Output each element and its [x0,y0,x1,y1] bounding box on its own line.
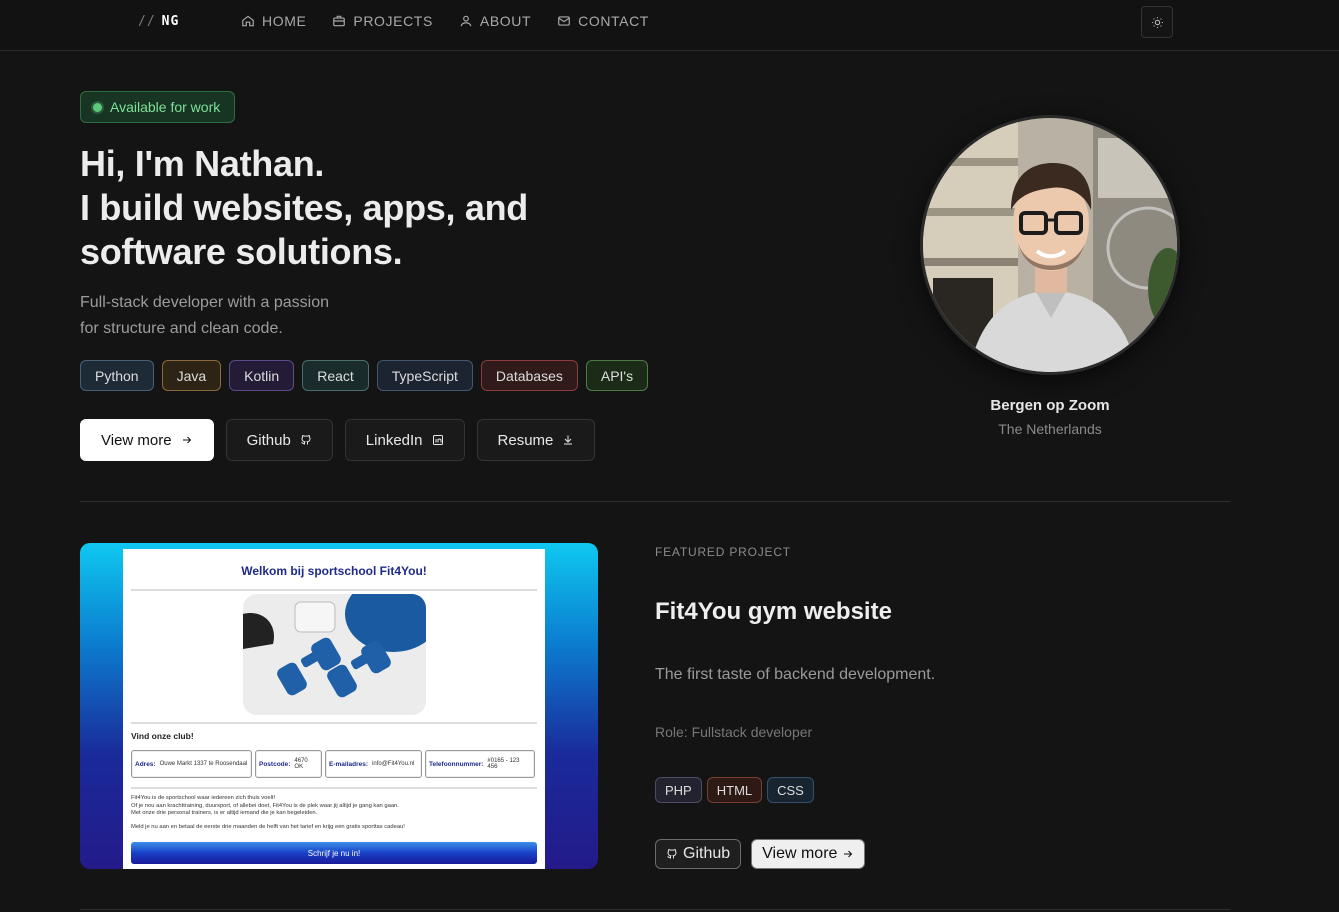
preview-info-email: E-mailadres: info@Fit4You.nl [325,750,422,778]
skill-tag-kotlin: Kotlin [229,360,295,391]
github-button[interactable]: Github [225,419,333,461]
skill-tag-python: Python [80,360,154,391]
skill-tag-typescript: TypeScript [376,360,473,391]
nav-item-home[interactable]: HOME [241,13,306,29]
hero-actions: View more Github LinkedIn Resume [80,419,596,461]
download-icon [564,435,573,445]
project-github-button[interactable]: Github [655,839,742,869]
project-description: The first taste of backend development. [655,666,936,683]
site-logo[interactable]: //NG [138,14,179,29]
preview-info-address: Adres: Ouwe Markt 1337 te Roosendaal [131,750,252,778]
tech-tag-php: PHP [655,777,702,803]
arrow-right-icon [182,436,191,444]
status-dot-icon [93,102,102,112]
nav-menu: HOME PROJECTS ABOUT CONTACT [241,13,649,29]
preview-divider [131,589,537,591]
preview-join-button: Schrijf je nu in! [131,842,537,864]
tech-tag-html: HTML [706,777,763,803]
hero-headline: Hi, I'm Nathan. I build websites, apps, … [80,143,528,272]
nav-item-contact[interactable]: CONTACT [557,13,649,29]
linkedin-icon [432,435,443,445]
nav-item-projects[interactable]: PROJECTS [332,13,432,29]
theme-toggle-button[interactable] [1141,6,1173,38]
location-city: Bergen op Zoom [990,397,1110,414]
briefcase-icon [333,15,346,27]
preview-divider [131,787,537,789]
preview-divider [131,722,537,724]
skill-tags: Python Java Kotlin React TypeScript Data… [80,360,649,391]
top-navigation: //NG HOME PROJECTS ABOUT CONTACT [0,0,1339,51]
project-role: Role: Fullstack developer [655,724,813,740]
availability-badge: Available for work [80,91,236,123]
project-tech-tags: PHP HTML CSS [655,777,814,803]
skill-tag-react: React [302,360,369,391]
nav-item-about[interactable]: ABOUT [459,13,531,29]
preview-info-phone: Telefoonnummer: #0165 - 123 456 [425,750,535,778]
preview-find-heading: Vind onze club! [131,731,194,741]
preview-paragraph: Fit4You is de sportschool waar iedereen … [131,795,399,817]
project-view-more-button[interactable]: View more [751,839,866,869]
mail-icon [558,16,570,26]
project-title: Fit4You gym website [655,598,892,625]
preview-info-postcode: Postcode: 4670 OK [255,750,322,778]
project-screenshot[interactable]: Welkom bij sportschool Fit4You! Vind onz… [80,543,598,869]
dumbbells-image [243,594,426,715]
resume-download-button[interactable]: Resume [476,419,596,461]
preview-info-boxes: Adres: Ouwe Markt 1337 te Roosendaal Post… [131,750,535,778]
arrow-right-icon [844,850,853,858]
section-divider [80,909,1230,910]
profile-photo [920,115,1180,375]
preview-title: Welkom bij sportschool Fit4You! [241,564,427,578]
fit4you-page-preview: Welkom bij sportschool Fit4You! Vind onz… [123,549,545,869]
featured-eyebrow: FEATURED PROJECT [655,545,791,559]
github-icon [667,849,677,859]
skill-tag-databases: Databases [480,360,578,391]
section-divider [80,501,1230,502]
github-icon [301,435,311,445]
tech-tag-css: CSS [767,777,814,803]
user-icon [460,15,472,27]
skill-tag-java: Java [161,360,222,391]
linkedin-button[interactable]: LinkedIn [344,419,465,461]
sun-icon [1151,16,1163,28]
home-icon [242,15,254,27]
skill-tag-apis: API's [585,360,649,391]
project-actions: Github View more [655,839,866,869]
preview-promo: Meld je nu aan en betaal de eerste drie … [131,824,405,830]
location-country: The Netherlands [998,421,1102,437]
hero-subtitle: Full-stack developer with a passion for … [80,294,330,337]
view-more-button[interactable]: View more [80,419,214,461]
